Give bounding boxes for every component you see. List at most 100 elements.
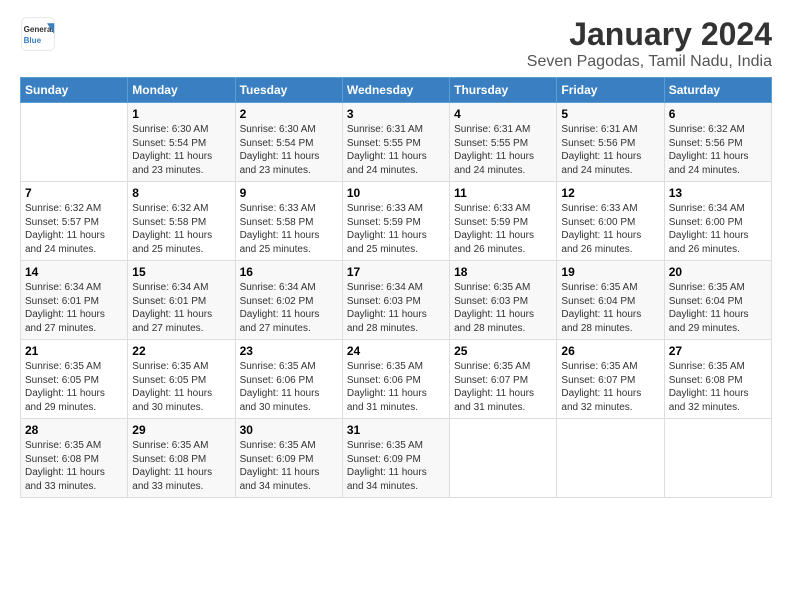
cell-w2-d6: 12 Sunrise: 6:33 AM Sunset: 6:00 PM Dayli… [557,182,664,261]
day-number: 26 [561,344,659,358]
day-number: 24 [347,344,445,358]
cell-w3-d4: 17 Sunrise: 6:34 AM Sunset: 6:03 PM Dayli… [342,261,449,340]
day-info: Sunrise: 6:35 AM Sunset: 6:06 PM Dayligh… [347,361,427,413]
day-info: Sunrise: 6:32 AM Sunset: 5:58 PM Dayligh… [132,203,212,255]
cell-w2-d4: 10 Sunrise: 6:33 AM Sunset: 5:59 PM Dayli… [342,182,449,261]
cell-w3-d3: 16 Sunrise: 6:34 AM Sunset: 6:02 PM Dayli… [235,261,342,340]
week-row-2: 7Sunrise: 6:32 AM Sunset: 5:57 PM Daylig… [21,182,772,261]
day-info: Sunrise: 6:35 AM Sunset: 6:06 PM Dayligh… [240,361,320,413]
title-block: January 2024 Seven Pagodas, Tamil Nadu, … [527,16,772,71]
day-info: Sunrise: 6:34 AM Sunset: 6:03 PM Dayligh… [347,282,427,334]
day-number: 30 [240,423,338,437]
cell-w2-d5: 11 Sunrise: 6:33 AM Sunset: 5:59 PM Dayli… [450,182,557,261]
day-number: 21 [25,344,123,358]
cell-w5-d4: 31Sunrise: 6:35 AM Sunset: 6:09 PM Dayli… [342,419,449,498]
day-number: 20 [669,265,767,279]
col-tuesday: Tuesday [235,78,342,103]
day-number: 25 [454,344,552,358]
svg-text:Blue: Blue [24,36,42,45]
cell-w5-d2: 29 Sunrise: 6:35 AM Sunset: 6:08 PM Dayli… [128,419,235,498]
day-info: Sunrise: 6:34 AM Sunset: 6:01 PM Dayligh… [25,282,105,334]
day-number: 28 [25,423,123,437]
cell-w3-d6: 19 Sunrise: 6:35 AM Sunset: 6:04 PM Dayli… [557,261,664,340]
main-title: January 2024 [527,16,772,53]
day-number: 2 [240,107,338,121]
day-number: 18 [454,265,552,279]
day-info: Sunrise: 6:35 AM Sunset: 6:07 PM Dayligh… [454,361,534,413]
week-row-4: 21 Sunrise: 6:35 AM Sunset: 6:05 PM Dayli… [21,340,772,419]
cell-w4-d4: 24 Sunrise: 6:35 AM Sunset: 6:06 PM Dayli… [342,340,449,419]
day-number: 27 [669,344,767,358]
cell-w5-d5 [450,419,557,498]
day-info: Sunrise: 6:30 AM Sunset: 5:54 PM Dayligh… [240,124,320,176]
header-row: Sunday Monday Tuesday Wednesday Thursday… [21,78,772,103]
day-number: 7 [25,186,123,200]
week-row-1: 1Sunrise: 6:30 AM Sunset: 5:54 PM Daylig… [21,103,772,182]
day-number: 16 [240,265,338,279]
cell-w2-d2: 8Sunrise: 6:32 AM Sunset: 5:58 PM Daylig… [128,182,235,261]
day-info: Sunrise: 6:33 AM Sunset: 5:58 PM Dayligh… [240,203,320,255]
day-info: Sunrise: 6:35 AM Sunset: 6:09 PM Dayligh… [347,440,427,492]
cell-w4-d3: 23 Sunrise: 6:35 AM Sunset: 6:06 PM Dayli… [235,340,342,419]
cell-w4-d1: 21 Sunrise: 6:35 AM Sunset: 6:05 PM Dayli… [21,340,128,419]
calendar-table: Sunday Monday Tuesday Wednesday Thursday… [20,77,772,498]
day-number: 15 [132,265,230,279]
day-number: 22 [132,344,230,358]
cell-w2-d1: 7Sunrise: 6:32 AM Sunset: 5:57 PM Daylig… [21,182,128,261]
day-number: 19 [561,265,659,279]
week-row-3: 14Sunrise: 6:34 AM Sunset: 6:01 PM Dayli… [21,261,772,340]
col-friday: Friday [557,78,664,103]
day-info: Sunrise: 6:35 AM Sunset: 6:08 PM Dayligh… [25,440,105,492]
day-info: Sunrise: 6:33 AM Sunset: 5:59 PM Dayligh… [347,203,427,255]
cell-w3-d7: 20 Sunrise: 6:35 AM Sunset: 6:04 PM Dayli… [664,261,771,340]
day-info: Sunrise: 6:35 AM Sunset: 6:08 PM Dayligh… [669,361,749,413]
cell-w5-d1: 28 Sunrise: 6:35 AM Sunset: 6:08 PM Dayli… [21,419,128,498]
day-number: 23 [240,344,338,358]
day-number: 4 [454,107,552,121]
day-number: 11 [454,186,552,200]
day-info: Sunrise: 6:35 AM Sunset: 6:04 PM Dayligh… [561,282,641,334]
cell-w4-d7: 27 Sunrise: 6:35 AM Sunset: 6:08 PM Dayli… [664,340,771,419]
cell-w1-d6: 5Sunrise: 6:31 AM Sunset: 5:56 PM Daylig… [557,103,664,182]
logo-icon: General Blue [20,16,56,52]
cell-w3-d2: 15 Sunrise: 6:34 AM Sunset: 6:01 PM Dayli… [128,261,235,340]
day-info: Sunrise: 6:33 AM Sunset: 6:00 PM Dayligh… [561,203,641,255]
day-info: Sunrise: 6:35 AM Sunset: 6:09 PM Dayligh… [240,440,320,492]
day-number: 12 [561,186,659,200]
col-wednesday: Wednesday [342,78,449,103]
day-info: Sunrise: 6:34 AM Sunset: 6:02 PM Dayligh… [240,282,320,334]
day-number: 17 [347,265,445,279]
cell-w4-d2: 22Sunrise: 6:35 AM Sunset: 6:05 PM Dayli… [128,340,235,419]
calendar-body: 1Sunrise: 6:30 AM Sunset: 5:54 PM Daylig… [21,103,772,498]
week-row-5: 28 Sunrise: 6:35 AM Sunset: 6:08 PM Dayli… [21,419,772,498]
cell-w5-d7 [664,419,771,498]
day-number: 6 [669,107,767,121]
day-info: Sunrise: 6:35 AM Sunset: 6:04 PM Dayligh… [669,282,749,334]
cell-w1-d2: 1Sunrise: 6:30 AM Sunset: 5:54 PM Daylig… [128,103,235,182]
day-info: Sunrise: 6:31 AM Sunset: 5:55 PM Dayligh… [347,124,427,176]
day-info: Sunrise: 6:35 AM Sunset: 6:07 PM Dayligh… [561,361,641,413]
subtitle: Seven Pagodas, Tamil Nadu, India [527,53,772,71]
col-thursday: Thursday [450,78,557,103]
cell-w1-d5: 4Sunrise: 6:31 AM Sunset: 5:55 PM Daylig… [450,103,557,182]
day-info: Sunrise: 6:30 AM Sunset: 5:54 PM Dayligh… [132,124,212,176]
day-number: 29 [132,423,230,437]
day-number: 3 [347,107,445,121]
day-info: Sunrise: 6:33 AM Sunset: 5:59 PM Dayligh… [454,203,534,255]
day-info: Sunrise: 6:31 AM Sunset: 5:56 PM Dayligh… [561,124,641,176]
day-info: Sunrise: 6:35 AM Sunset: 6:08 PM Dayligh… [132,440,212,492]
header: General Blue January 2024 Seven Pagodas,… [20,16,772,71]
day-info: Sunrise: 6:35 AM Sunset: 6:03 PM Dayligh… [454,282,534,334]
cell-w5-d3: 30 Sunrise: 6:35 AM Sunset: 6:09 PM Dayli… [235,419,342,498]
day-info: Sunrise: 6:34 AM Sunset: 6:00 PM Dayligh… [669,203,749,255]
day-number: 10 [347,186,445,200]
cell-w2-d7: 13 Sunrise: 6:34 AM Sunset: 6:00 PM Dayli… [664,182,771,261]
day-number: 9 [240,186,338,200]
day-info: Sunrise: 6:35 AM Sunset: 6:05 PM Dayligh… [25,361,105,413]
cell-w1-d1 [21,103,128,182]
page-container: General Blue January 2024 Seven Pagodas,… [0,0,792,510]
day-info: Sunrise: 6:34 AM Sunset: 6:01 PM Dayligh… [132,282,212,334]
cell-w4-d5: 25 Sunrise: 6:35 AM Sunset: 6:07 PM Dayli… [450,340,557,419]
cell-w2-d3: 9 Sunrise: 6:33 AM Sunset: 5:58 PM Daylig… [235,182,342,261]
day-number: 13 [669,186,767,200]
